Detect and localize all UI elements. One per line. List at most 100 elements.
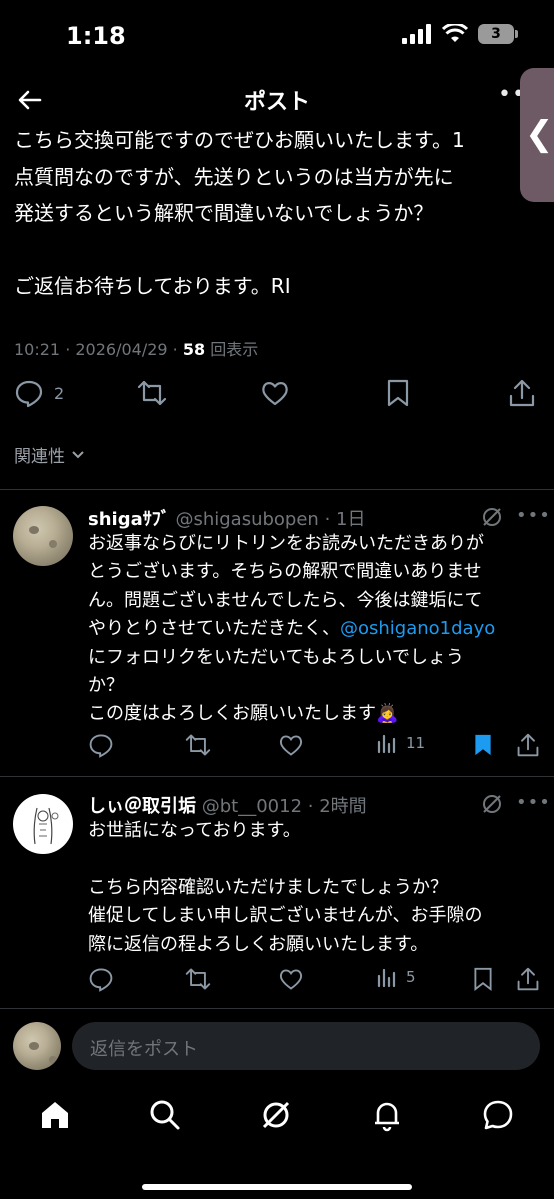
- bookmark-icon: [474, 967, 492, 992]
- repost-button[interactable]: [184, 966, 212, 992]
- grok-icon[interactable]: [481, 793, 503, 815]
- sort-relevance-dropdown[interactable]: 関連性: [14, 442, 85, 467]
- bookmark-button[interactable]: [385, 378, 411, 408]
- reply-button[interactable]: [88, 966, 114, 992]
- share-icon: [509, 379, 535, 407]
- messages-icon[interactable]: [481, 1098, 515, 1132]
- post-line: [14, 232, 524, 269]
- post-line: ご返信お待ちしております。RI: [14, 274, 291, 298]
- views-button[interactable]: 5: [376, 966, 416, 988]
- reply-text: お世話になっております。 こちら内容確認いただけましたでしょうか？ 催促してしま…: [88, 817, 542, 959]
- home-indicator: [142, 1184, 412, 1190]
- like-button[interactable]: [278, 732, 304, 758]
- post-line: こちら交換可能ですのでぜひお願いいたします。1: [14, 128, 465, 152]
- search-icon[interactable]: [148, 1098, 182, 1132]
- reply-icon: [89, 968, 113, 992]
- share-button[interactable]: [516, 732, 540, 758]
- like-button[interactable]: [278, 966, 304, 992]
- reply-button[interactable]: 2: [14, 378, 64, 408]
- post-text: こちら交換可能ですのでぜひお願いいたします。1 点質問なのですが、先送りというの…: [14, 122, 524, 305]
- more-options-icon[interactable]: •••: [516, 505, 551, 526]
- reply-line: 際に返信の程よろしくお願いいたします。: [88, 933, 429, 955]
- mention-link[interactable]: @oshigano1dayo: [340, 618, 495, 639]
- repost-button[interactable]: [136, 378, 168, 408]
- reply-line-text: やりとりさせていただきたく、: [88, 618, 340, 640]
- repost-button[interactable]: [184, 732, 212, 758]
- post-timestamp: 10:21 · 2026/04/29 ·: [14, 340, 183, 359]
- reply-line: やりとりさせていただきたく、@oshigano1dayo: [88, 615, 542, 643]
- heart-icon: [279, 969, 303, 990]
- chevron-down-icon: [72, 450, 84, 458]
- notifications-bell-icon[interactable]: [370, 1098, 404, 1132]
- status-bar: 1:18 3: [0, 0, 554, 70]
- avatar-illustration: [33, 807, 59, 845]
- wifi-icon: [442, 24, 468, 42]
- reply-line: ん。問題ございませんでしたら、今後は鍵垢にて: [88, 589, 483, 611]
- chevron-left-icon: ❮: [525, 114, 554, 154]
- repost-icon: [185, 734, 211, 756]
- avatar: [13, 1022, 61, 1070]
- view-count: 58: [182, 340, 206, 359]
- avatar[interactable]: [13, 506, 73, 566]
- more-options-icon[interactable]: •••: [516, 792, 551, 813]
- heart-icon: [262, 382, 288, 406]
- reply-button[interactable]: [88, 732, 114, 758]
- reply-author-name[interactable]: shigaｻﾌﾞ: [88, 509, 170, 530]
- share-icon: [517, 733, 539, 757]
- status-icons: 3: [402, 24, 518, 44]
- repost-icon: [185, 968, 211, 990]
- reply-line: こちら内容確認いただけましたでしょうか？: [88, 876, 448, 898]
- side-panel-tab[interactable]: ❮: [520, 68, 554, 202]
- reply-line: か？: [88, 675, 124, 697]
- divider: [0, 1008, 554, 1009]
- reply-composer: 返信をポスト: [0, 1016, 554, 1076]
- reply-icon: [89, 734, 113, 758]
- like-button[interactable]: [260, 378, 290, 408]
- nav-header: ポスト •••: [0, 78, 554, 122]
- reply-line: お世話になっております。: [88, 820, 301, 841]
- reply-icon: [15, 380, 43, 408]
- view-label: 回表示: [210, 340, 259, 359]
- reply-author-name[interactable]: しぃ＠取引垢: [88, 796, 196, 817]
- reply-author-handle: @shigasubopen · 1日: [175, 509, 366, 530]
- grok-icon[interactable]: [259, 1098, 293, 1132]
- reply-count: 2: [54, 383, 65, 403]
- analytics-icon: [377, 734, 396, 754]
- divider: [0, 776, 554, 777]
- views-button[interactable]: 11: [376, 732, 425, 754]
- reply-line: とうございます。そちらの解釈で間違いありませ: [88, 561, 482, 583]
- view-count: 11: [406, 734, 426, 752]
- reply-input[interactable]: 返信をポスト: [72, 1022, 540, 1070]
- page-title: ポスト: [243, 90, 310, 115]
- reply-action-bar: 11: [0, 732, 554, 760]
- divider: [0, 489, 554, 490]
- bottom-tab-bar: [0, 1090, 554, 1150]
- share-button[interactable]: [508, 378, 536, 408]
- avatar[interactable]: [13, 794, 73, 854]
- reply-line: お返事ならびにリトリンをお読みいただきありが: [88, 533, 484, 554]
- post-meta: 10:21 · 2026/04/29 · 58 回表示: [14, 336, 258, 360]
- home-icon[interactable]: [38, 1098, 72, 1132]
- reply-text: お返事ならびにリトリンをお読みいただきありが とうございます。そちらの解釈で間違…: [88, 530, 542, 729]
- reply-author-handle: @bt__0012 · 2時間: [201, 796, 367, 817]
- reply-action-bar: 5: [0, 966, 554, 994]
- reply-header: しぃ＠取引垢 @bt__0012 · 2時間: [88, 792, 367, 818]
- repost-icon: [137, 380, 167, 406]
- bookmark-icon: [387, 379, 409, 407]
- reply-line: にフォロリクをいただいてもよろしいでしょう: [88, 646, 465, 668]
- post-line: 点質問なのですが、先送りというのは当方が先に: [14, 164, 454, 189]
- sort-label: 関連性: [14, 447, 65, 467]
- status-time: 1:18: [66, 22, 126, 50]
- post-action-bar: 2: [0, 378, 554, 414]
- bookmark-button[interactable]: [472, 966, 494, 992]
- bookmark-button[interactable]: [472, 732, 494, 758]
- share-icon: [517, 967, 539, 991]
- analytics-icon: [377, 968, 396, 988]
- bookmark-filled-icon: [475, 734, 491, 756]
- reply-line: 催促してしまい申し訳ございませんが、お手隙の: [88, 905, 483, 927]
- share-button[interactable]: [516, 966, 540, 992]
- reply-header: shigaｻﾌﾞ @shigasubopen · 1日: [88, 505, 365, 531]
- battery-icon: 3: [478, 24, 518, 44]
- signal-icon: [402, 24, 431, 44]
- grok-icon[interactable]: [481, 506, 503, 528]
